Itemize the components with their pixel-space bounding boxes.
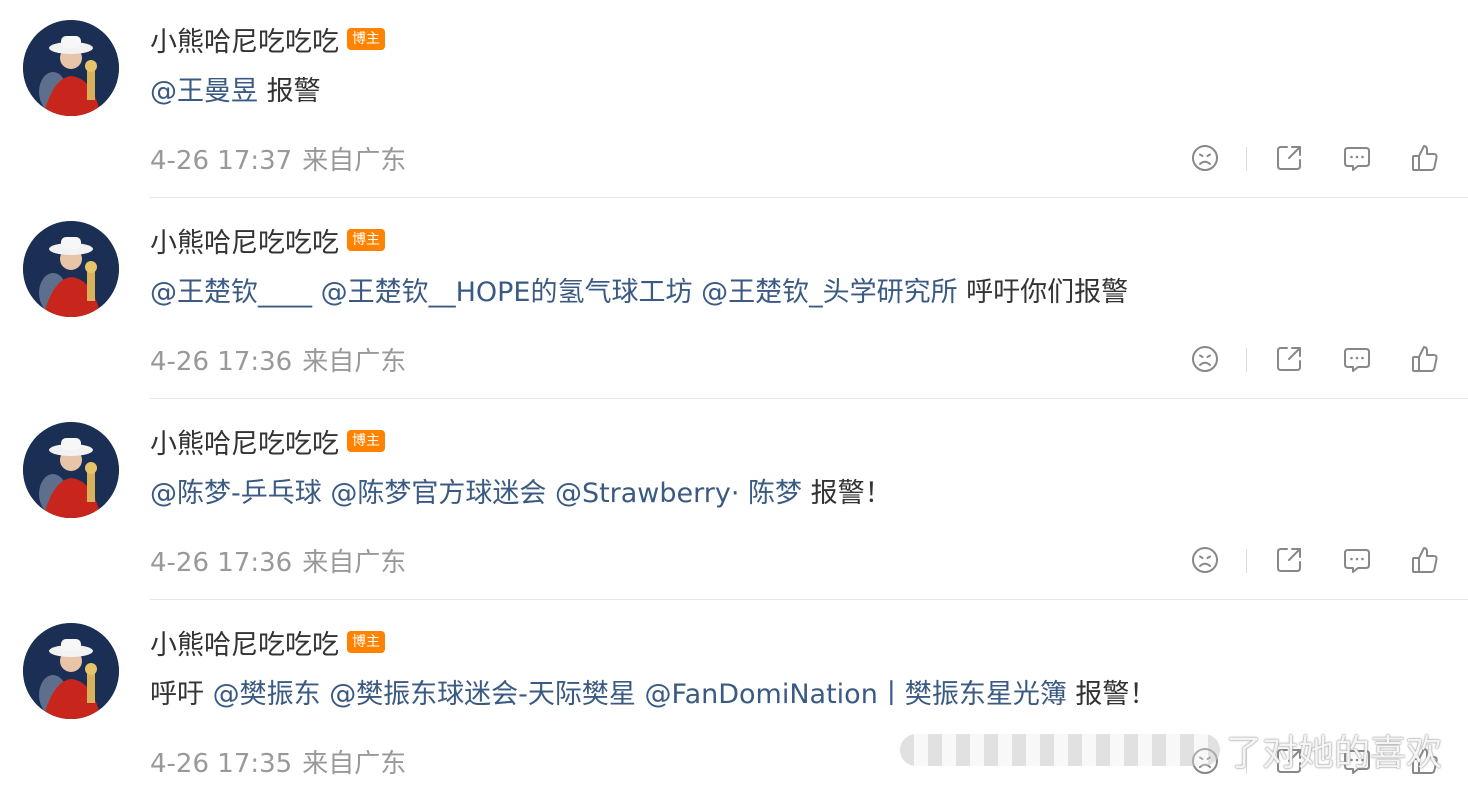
username[interactable]: 小熊哈尼吃吃吃 bbox=[150, 422, 339, 461]
comment-text-fragment: 呼吁你们报警 bbox=[957, 277, 1129, 308]
share-icon[interactable] bbox=[1272, 141, 1306, 175]
comment-item: 小熊哈尼吃吃吃 博主 @王楚钦____ @王楚钦__HOPE的氢气球工坊 @王楚… bbox=[0, 201, 1468, 402]
comment-location: 来自广东 bbox=[302, 146, 407, 176]
comment-separator bbox=[150, 197, 1468, 198]
thumbs-up-icon[interactable] bbox=[1408, 141, 1442, 175]
comment-location: 来自广东 bbox=[302, 548, 407, 578]
comment-text-fragment bbox=[546, 478, 555, 509]
mention-link[interactable]: @FanDomiNation丨樊振东星光簿 bbox=[645, 679, 1067, 710]
comment-icon[interactable] bbox=[1340, 342, 1374, 376]
blogger-badge: 博主 bbox=[347, 229, 385, 251]
comment-separator bbox=[150, 398, 1468, 399]
sad-face-icon[interactable] bbox=[1188, 543, 1222, 577]
comment-item: 小熊哈尼吃吃吃 博主 @王曼昱 报警 4-26 17:37 来自广东 bbox=[0, 0, 1468, 201]
mention-link[interactable]: @陈梦-乒乓球 bbox=[150, 478, 322, 509]
comment-text: 呼吁 @樊振东 @樊振东球迷会-天际樊星 @FanDomiNation丨樊振东星… bbox=[150, 676, 1156, 714]
comment-item: 小熊哈尼吃吃吃 博主 @陈梦-乒乓球 @陈梦官方球迷会 @Strawberry·… bbox=[0, 402, 1468, 603]
mention-link[interactable]: @王曼昱 bbox=[150, 76, 258, 107]
comment-text-fragment bbox=[312, 277, 321, 308]
thumbs-up-icon[interactable] bbox=[1408, 342, 1442, 376]
blogger-badge: 博主 bbox=[347, 631, 385, 653]
comment-text: @王曼昱 报警 bbox=[150, 73, 321, 111]
avatar[interactable] bbox=[23, 221, 119, 317]
mention-link[interactable]: @樊振东 bbox=[213, 679, 321, 710]
sad-face-icon[interactable] bbox=[1188, 141, 1222, 175]
comment-separator bbox=[150, 599, 1468, 600]
watermark: 了对她的喜欢 bbox=[900, 725, 1468, 775]
comment-location: 来自广东 bbox=[302, 749, 407, 779]
comment-text-fragment: 报警！ bbox=[1066, 679, 1157, 710]
comment-time: 4-26 17:35 bbox=[150, 749, 293, 779]
comment-text-fragment bbox=[321, 679, 330, 710]
comment-time: 4-26 17:36 bbox=[150, 347, 293, 377]
action-divider bbox=[1246, 549, 1247, 573]
avatar-image bbox=[23, 623, 119, 719]
mention-link[interactable]: @樊振东球迷会-天际樊星 bbox=[329, 679, 636, 710]
comment-icon[interactable] bbox=[1340, 543, 1374, 577]
avatar-image bbox=[23, 221, 119, 317]
comment-icon[interactable] bbox=[1340, 141, 1374, 175]
share-icon[interactable] bbox=[1272, 342, 1306, 376]
share-icon[interactable] bbox=[1272, 543, 1306, 577]
mention-link[interactable]: @Strawberry· 陈梦 bbox=[555, 478, 802, 509]
username[interactable]: 小熊哈尼吃吃吃 bbox=[150, 20, 339, 59]
action-divider bbox=[1246, 147, 1247, 171]
watermark-text: 了对她的喜欢 bbox=[1226, 733, 1443, 774]
watermark-blurred-handle bbox=[900, 734, 1220, 766]
mention-link[interactable]: @王楚钦_头学研究所 bbox=[701, 277, 958, 308]
blogger-badge: 博主 bbox=[347, 430, 385, 452]
sad-face-icon[interactable] bbox=[1188, 342, 1222, 376]
comment-text-fragment bbox=[636, 679, 645, 710]
comment-text-fragment: 呼吁 bbox=[150, 679, 213, 710]
comment-time: 4-26 17:36 bbox=[150, 548, 293, 578]
mention-link[interactable]: @王楚钦__HOPE的氢气球工坊 bbox=[321, 277, 693, 308]
comment-text-fragment: 报警！ bbox=[802, 478, 892, 509]
comment-text-fragment: 报警 bbox=[258, 76, 321, 107]
avatar[interactable] bbox=[23, 20, 119, 116]
avatar-image bbox=[23, 422, 119, 518]
comment-text: @陈梦-乒乓球 @陈梦官方球迷会 @Strawberry· 陈梦 报警！ bbox=[150, 475, 892, 513]
comment-text-fragment bbox=[693, 277, 702, 308]
thumbs-up-icon[interactable] bbox=[1408, 543, 1442, 577]
username[interactable]: 小熊哈尼吃吃吃 bbox=[150, 221, 339, 260]
avatar-image bbox=[23, 20, 119, 116]
blogger-badge: 博主 bbox=[347, 28, 385, 50]
avatar[interactable] bbox=[23, 623, 119, 719]
username[interactable]: 小熊哈尼吃吃吃 bbox=[150, 623, 339, 662]
mention-link[interactable]: @陈梦官方球迷会 bbox=[330, 478, 546, 509]
avatar[interactable] bbox=[23, 422, 119, 518]
comment-text: @王楚钦____ @王楚钦__HOPE的氢气球工坊 @王楚钦_头学研究所 呼吁你… bbox=[150, 274, 1128, 312]
comment-location: 来自广东 bbox=[302, 347, 407, 377]
comment-time: 4-26 17:37 bbox=[150, 146, 293, 176]
action-divider bbox=[1246, 348, 1247, 372]
mention-link[interactable]: @王楚钦____ bbox=[150, 277, 312, 308]
